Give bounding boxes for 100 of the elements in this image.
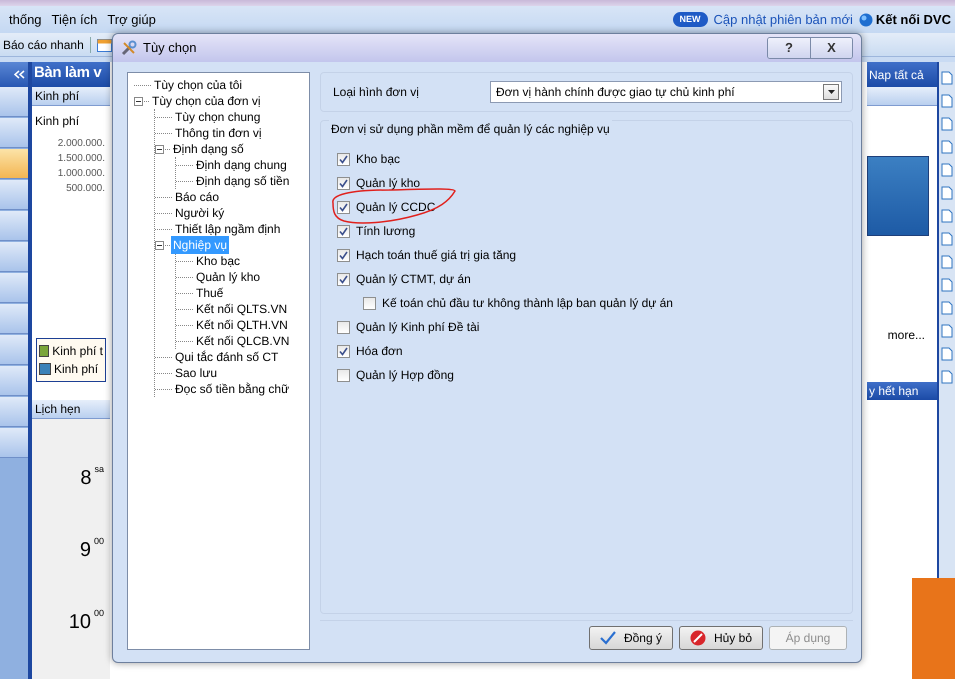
axis-label: 1.000.000. [56, 167, 105, 181]
checkbox[interactable] [337, 224, 350, 238]
document-icon[interactable] [941, 255, 953, 269]
checkbox[interactable] [337, 368, 350, 382]
document-icon[interactable] [941, 209, 953, 223]
nav-tile[interactable] [0, 211, 28, 241]
tree-item[interactable]: Kết nối QLTH.VN [194, 316, 290, 334]
tree-item[interactable]: Tùy chọn của đơn vị [150, 92, 263, 110]
document-icon[interactable] [941, 324, 953, 338]
checkbox-label: Hóa đơn [356, 343, 403, 360]
nav-tile[interactable] [0, 87, 28, 117]
document-icon[interactable] [941, 186, 953, 200]
nav-tile[interactable] [0, 273, 28, 303]
collapse-icon[interactable] [155, 144, 164, 154]
document-icon[interactable] [941, 232, 953, 246]
tree-item[interactable]: Định dạng chung [194, 156, 289, 174]
document-icon[interactable] [941, 94, 953, 108]
update-link[interactable]: Cập nhật phiên bản mới [714, 10, 853, 30]
document-icon[interactable] [941, 278, 953, 292]
collapse-icon[interactable] [134, 96, 143, 106]
axis-label: 2.000.000. [56, 137, 105, 151]
checkbox-label: Kế toán chủ đầu tư không thành lập ban quản lý dự án [382, 295, 673, 312]
nav-tile[interactable] [0, 180, 28, 210]
checkbox-label: Quản lý CTMT, dự án [356, 271, 471, 288]
group-title: Đơn vị sử dụng phần mềm để quản lý các nghiệp vụ [329, 120, 612, 138]
checkbox[interactable] [337, 344, 350, 358]
nav-tile[interactable] [0, 428, 28, 458]
axis-label: 1.500.000. [56, 152, 105, 166]
tree-item[interactable]: Báo cáo [173, 188, 222, 206]
panel-header: Lịch hẹn [32, 400, 110, 419]
dropdown-arrow-icon[interactable] [828, 90, 834, 94]
tree-item[interactable]: Thông tin đơn vị [173, 124, 264, 142]
minute-label: 00 [94, 607, 104, 620]
calendar-icon[interactable] [96, 38, 112, 52]
checkmark-icon [600, 631, 616, 645]
checkbox-label: Quản lý Kinh phí Đề tài [356, 319, 480, 336]
tree-item[interactable]: Qui tắc đánh số CT [173, 348, 280, 366]
minute-label: 00 [94, 535, 104, 548]
tools-icon [121, 40, 137, 56]
document-icon[interactable] [941, 163, 953, 177]
tree-item[interactable]: Tùy chọn của tôi [152, 76, 244, 94]
checkbox-label: Tính lương [356, 223, 416, 240]
load-all-button[interactable]: Nap tất cả [867, 62, 937, 87]
close-button[interactable]: X [810, 38, 852, 58]
tree-item[interactable]: Kết nối QLTS.VN [194, 300, 290, 318]
tree-item[interactable]: Đọc số tiền bằng chữ [173, 380, 292, 398]
nav-tile[interactable] [0, 397, 28, 427]
document-icon[interactable] [941, 140, 953, 154]
help-button[interactable]: ? [768, 38, 810, 58]
legend-label: Kinh phí [54, 361, 98, 378]
checkbox-label: Hạch toán thuế giá trị gia tăng [356, 247, 516, 264]
tree-item[interactable]: Sao lưu [173, 364, 220, 382]
nav-tile[interactable] [0, 304, 28, 334]
column-header: y hết hạn [867, 382, 937, 400]
hour-label: 9 [80, 538, 91, 563]
globe-icon [858, 12, 873, 26]
nav-tile[interactable] [0, 335, 28, 365]
nav-tile[interactable] [0, 118, 28, 148]
checkbox[interactable] [337, 320, 350, 334]
connect-link[interactable]: Kết nối DVC [876, 10, 951, 30]
checkbox[interactable] [337, 272, 350, 286]
collapse-icon[interactable] [155, 240, 164, 250]
tree-item[interactable]: Kho bạc [194, 252, 242, 270]
minute-label: sa [94, 463, 104, 476]
tree-item[interactable]: Thiết lập ngầm định [173, 220, 282, 238]
ok-button[interactable]: Đồng ý [588, 626, 673, 650]
cancel-icon [690, 630, 706, 646]
menu-item[interactable]: thống [4, 10, 47, 30]
checkbox[interactable] [337, 200, 350, 214]
tree-item[interactable]: Định dạng số tiền [194, 172, 292, 190]
tree-item[interactable]: Quản lý kho [194, 268, 262, 286]
more-link[interactable]: more... [888, 326, 925, 344]
document-icon[interactable] [941, 347, 953, 361]
checkbox[interactable] [337, 176, 350, 190]
document-icon[interactable] [941, 370, 953, 384]
document-icon[interactable] [941, 71, 953, 85]
legend-label: Kinh phí t [52, 343, 103, 360]
unit-type-dropdown[interactable]: Đơn vị hành chính được giao tự chủ kinh phí [490, 81, 842, 103]
quick-report-button[interactable]: Báo cáo nhanh [3, 36, 84, 54]
menu-item[interactable]: Trợ giúp [102, 10, 161, 30]
checkbox[interactable] [337, 152, 350, 166]
checkbox[interactable] [337, 248, 350, 262]
tree-item[interactable]: Tùy chọn chung [173, 108, 262, 126]
tree-item[interactable]: Người ký [173, 204, 226, 222]
menu-item[interactable]: Tiện ích [46, 10, 102, 30]
tree-item[interactable]: Kết nối QLCB.VN [194, 332, 292, 350]
tree-item[interactable]: Định dạng số [171, 140, 246, 158]
chart-title: Kinh phí [35, 113, 80, 130]
tree-item[interactable]: Thuế [194, 284, 226, 302]
nav-tile[interactable] [0, 149, 28, 179]
checkbox-label: Quản lý CCDC [356, 199, 436, 216]
checkbox-label: Quản lý kho [356, 175, 420, 192]
axis-label: 500.000. [65, 182, 105, 196]
checkbox[interactable] [363, 296, 376, 310]
document-icon[interactable] [941, 117, 953, 131]
nav-tile[interactable] [0, 366, 28, 396]
hour-label: 10 [68, 610, 91, 635]
nav-tile[interactable] [0, 242, 28, 272]
cancel-button[interactable]: Hủy bỏ [678, 626, 763, 650]
document-icon[interactable] [941, 301, 953, 315]
